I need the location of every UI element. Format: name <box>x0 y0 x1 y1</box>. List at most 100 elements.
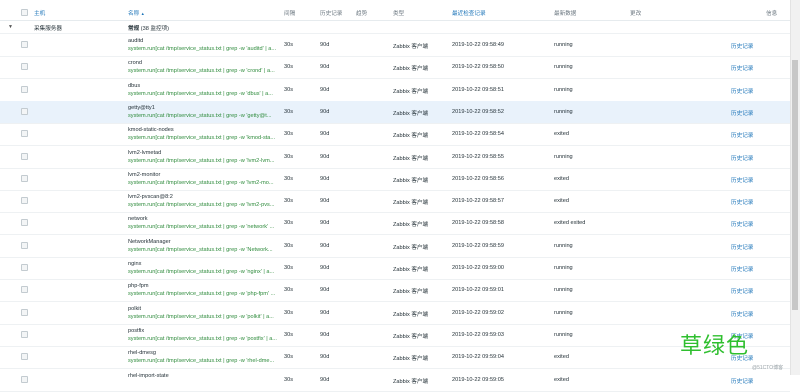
item-key: system.run[cat /tmp/service_status.txt |… <box>128 313 274 320</box>
collapse-caret-icon[interactable]: ▼ <box>8 24 13 30</box>
last-check-column-header[interactable]: 最近检查记录 <box>452 9 486 17</box>
item-last-check: 2019-10-22 09:59:03 <box>452 331 504 338</box>
table-row[interactable]: NetworkManager system.run[cat /tmp/servic… <box>0 235 790 258</box>
item-last-value: running <box>554 153 573 160</box>
table-row[interactable]: auditd system.run[cat /tmp/service_status… <box>0 34 790 57</box>
table-row[interactable]: lvm2-monitor system.run[cat /tmp/service_… <box>0 168 790 191</box>
item-key: system.run[cat /tmp/service_status.txt |… <box>128 291 276 298</box>
history-link[interactable]: 历史记录 <box>731 109 753 117</box>
history-link[interactable]: 历史记录 <box>731 220 753 228</box>
item-interval: 30s <box>284 354 294 361</box>
item-last-value: exited <box>554 198 569 205</box>
item-last-check: 2019-10-22 09:59:04 <box>452 354 504 361</box>
row-checkbox[interactable] <box>21 130 28 138</box>
row-checkbox[interactable] <box>21 85 28 93</box>
row-checkbox[interactable] <box>21 286 28 294</box>
table-row[interactable]: polkit system.run[cat /tmp/service_status… <box>0 302 790 325</box>
table-row[interactable]: nginx system.run[cat /tmp/service_status.… <box>0 257 790 280</box>
table-row[interactable]: rhel-dmesg system.run[cat /tmp/service_st… <box>0 346 790 370</box>
row-checkbox[interactable] <box>21 353 28 361</box>
item-name: lvm2-monitor <box>128 171 161 178</box>
table-row[interactable]: lvm2-lvmetad system.run[cat /tmp/service_… <box>0 146 790 169</box>
table-row[interactable]: php-fpm system.run[cat /tmp/service_statu… <box>0 279 790 303</box>
history-link[interactable]: 历史记录 <box>731 87 753 95</box>
item-interval: 30s <box>284 131 294 138</box>
item-name: crond <box>128 60 142 67</box>
item-history: 90d <box>320 376 330 383</box>
vertical-scrollbar[interactable] <box>790 0 800 375</box>
row-checkbox[interactable] <box>21 174 28 182</box>
item-type: Zabbix 客户端 <box>393 378 429 385</box>
item-last-value: exited <box>554 131 569 138</box>
table-row[interactable]: lvm2-pvscan@8:2 system.run[cat /tmp/servi… <box>0 190 790 214</box>
table-row[interactable]: network system.run[cat /tmp/service_statu… <box>0 212 790 236</box>
history-link[interactable]: 历史记录 <box>731 310 753 318</box>
name-column-header[interactable]: 名称 ▲ <box>128 9 145 17</box>
item-last-value: exited <box>554 175 569 182</box>
item-type: Zabbix 客户端 <box>393 177 429 184</box>
row-checkbox[interactable] <box>21 330 28 338</box>
item-history: 90d <box>320 331 330 338</box>
item-history: 90d <box>320 242 330 249</box>
history-link[interactable]: 历史记录 <box>731 154 753 162</box>
item-last-check: 2019-10-22 09:58:52 <box>452 108 504 115</box>
last-value-column-header: 最新数据 <box>554 11 577 17</box>
row-checkbox[interactable] <box>21 308 28 316</box>
history-link[interactable]: 历史记录 <box>731 198 753 206</box>
history-link[interactable]: 历史记录 <box>731 131 753 139</box>
item-last-value: exited <box>554 376 569 383</box>
history-link[interactable]: 历史记录 <box>731 243 753 251</box>
item-type: Zabbix 客户端 <box>393 356 429 363</box>
history-link[interactable]: 历史记录 <box>731 42 753 50</box>
row-checkbox[interactable] <box>21 375 28 383</box>
item-type: Zabbix 客户端 <box>393 267 429 273</box>
info-column-header: 信息 <box>766 11 778 17</box>
row-checkbox[interactable] <box>21 219 28 227</box>
item-last-check: 2019-10-22 09:58:56 <box>452 175 504 182</box>
item-last-value: running <box>554 287 573 294</box>
watermark-text: 草绿色 <box>680 334 750 359</box>
sort-asc-icon: ▲ <box>140 11 145 16</box>
history-link[interactable]: 历史记录 <box>731 176 753 184</box>
item-history: 90d <box>320 354 330 361</box>
table-row[interactable]: rhel-import-state 30s 90d Zabbix 客户端 2019-10… <box>0 369 790 392</box>
item-interval: 30s <box>284 42 294 48</box>
item-interval: 30s <box>284 175 294 182</box>
row-checkbox[interactable] <box>21 264 28 271</box>
row-checkbox[interactable] <box>21 241 28 249</box>
item-history: 90d <box>320 108 330 115</box>
history-link[interactable]: 历史记录 <box>731 265 753 273</box>
scrollbar-thumb[interactable] <box>792 60 798 310</box>
item-name: lvm2-pvscan@8:2 <box>128 194 173 201</box>
item-name: dbus <box>128 82 141 89</box>
item-type: Zabbix 客户端 <box>393 222 429 229</box>
item-key: system.run[cat /tmp/service_status.txt |… <box>128 46 277 52</box>
history-link[interactable]: 历史记录 <box>731 377 753 385</box>
history-link[interactable]: 历史记录 <box>731 64 753 72</box>
row-checkbox[interactable] <box>21 197 28 205</box>
table-row[interactable]: getty@tty1 system.run[cat /tmp/service_st… <box>0 100 790 124</box>
table-row[interactable]: postfix system.run[cat /tmp/service_statu… <box>0 324 790 347</box>
item-history: 90d <box>320 131 330 138</box>
item-key: system.run[cat /tmp/service_status.txt |… <box>128 135 276 142</box>
row-checkbox[interactable] <box>21 107 28 115</box>
row-checkbox[interactable] <box>21 152 28 160</box>
row-checkbox[interactable] <box>21 41 28 48</box>
host-column-header[interactable]: 主机 <box>34 9 45 17</box>
item-name: nginx <box>128 261 142 267</box>
select-all-checkbox[interactable] <box>21 9 28 16</box>
item-history: 90d <box>320 64 330 71</box>
item-key: system.run[cat /tmp/service_status.txt |… <box>128 112 272 119</box>
table-row[interactable]: dbus system.run[cat /tmp/service_status.t… <box>0 79 790 102</box>
table-row[interactable]: crond system.run[cat /tmp/service_status.… <box>0 56 790 80</box>
item-name: auditd <box>128 38 144 44</box>
item-last-value: running <box>554 42 573 48</box>
item-interval: 30s <box>284 64 294 71</box>
item-history: 90d <box>320 220 330 227</box>
item-last-check: 2019-10-22 09:59:01 <box>452 287 504 294</box>
history-link[interactable]: 历史记录 <box>731 287 753 295</box>
row-checkbox[interactable] <box>21 63 28 71</box>
item-interval: 30s <box>284 287 294 294</box>
table-row[interactable]: kmod-static-nodes system.run[cat /tmp/ser… <box>0 123 790 147</box>
item-name: rhel-import-state <box>128 372 169 379</box>
